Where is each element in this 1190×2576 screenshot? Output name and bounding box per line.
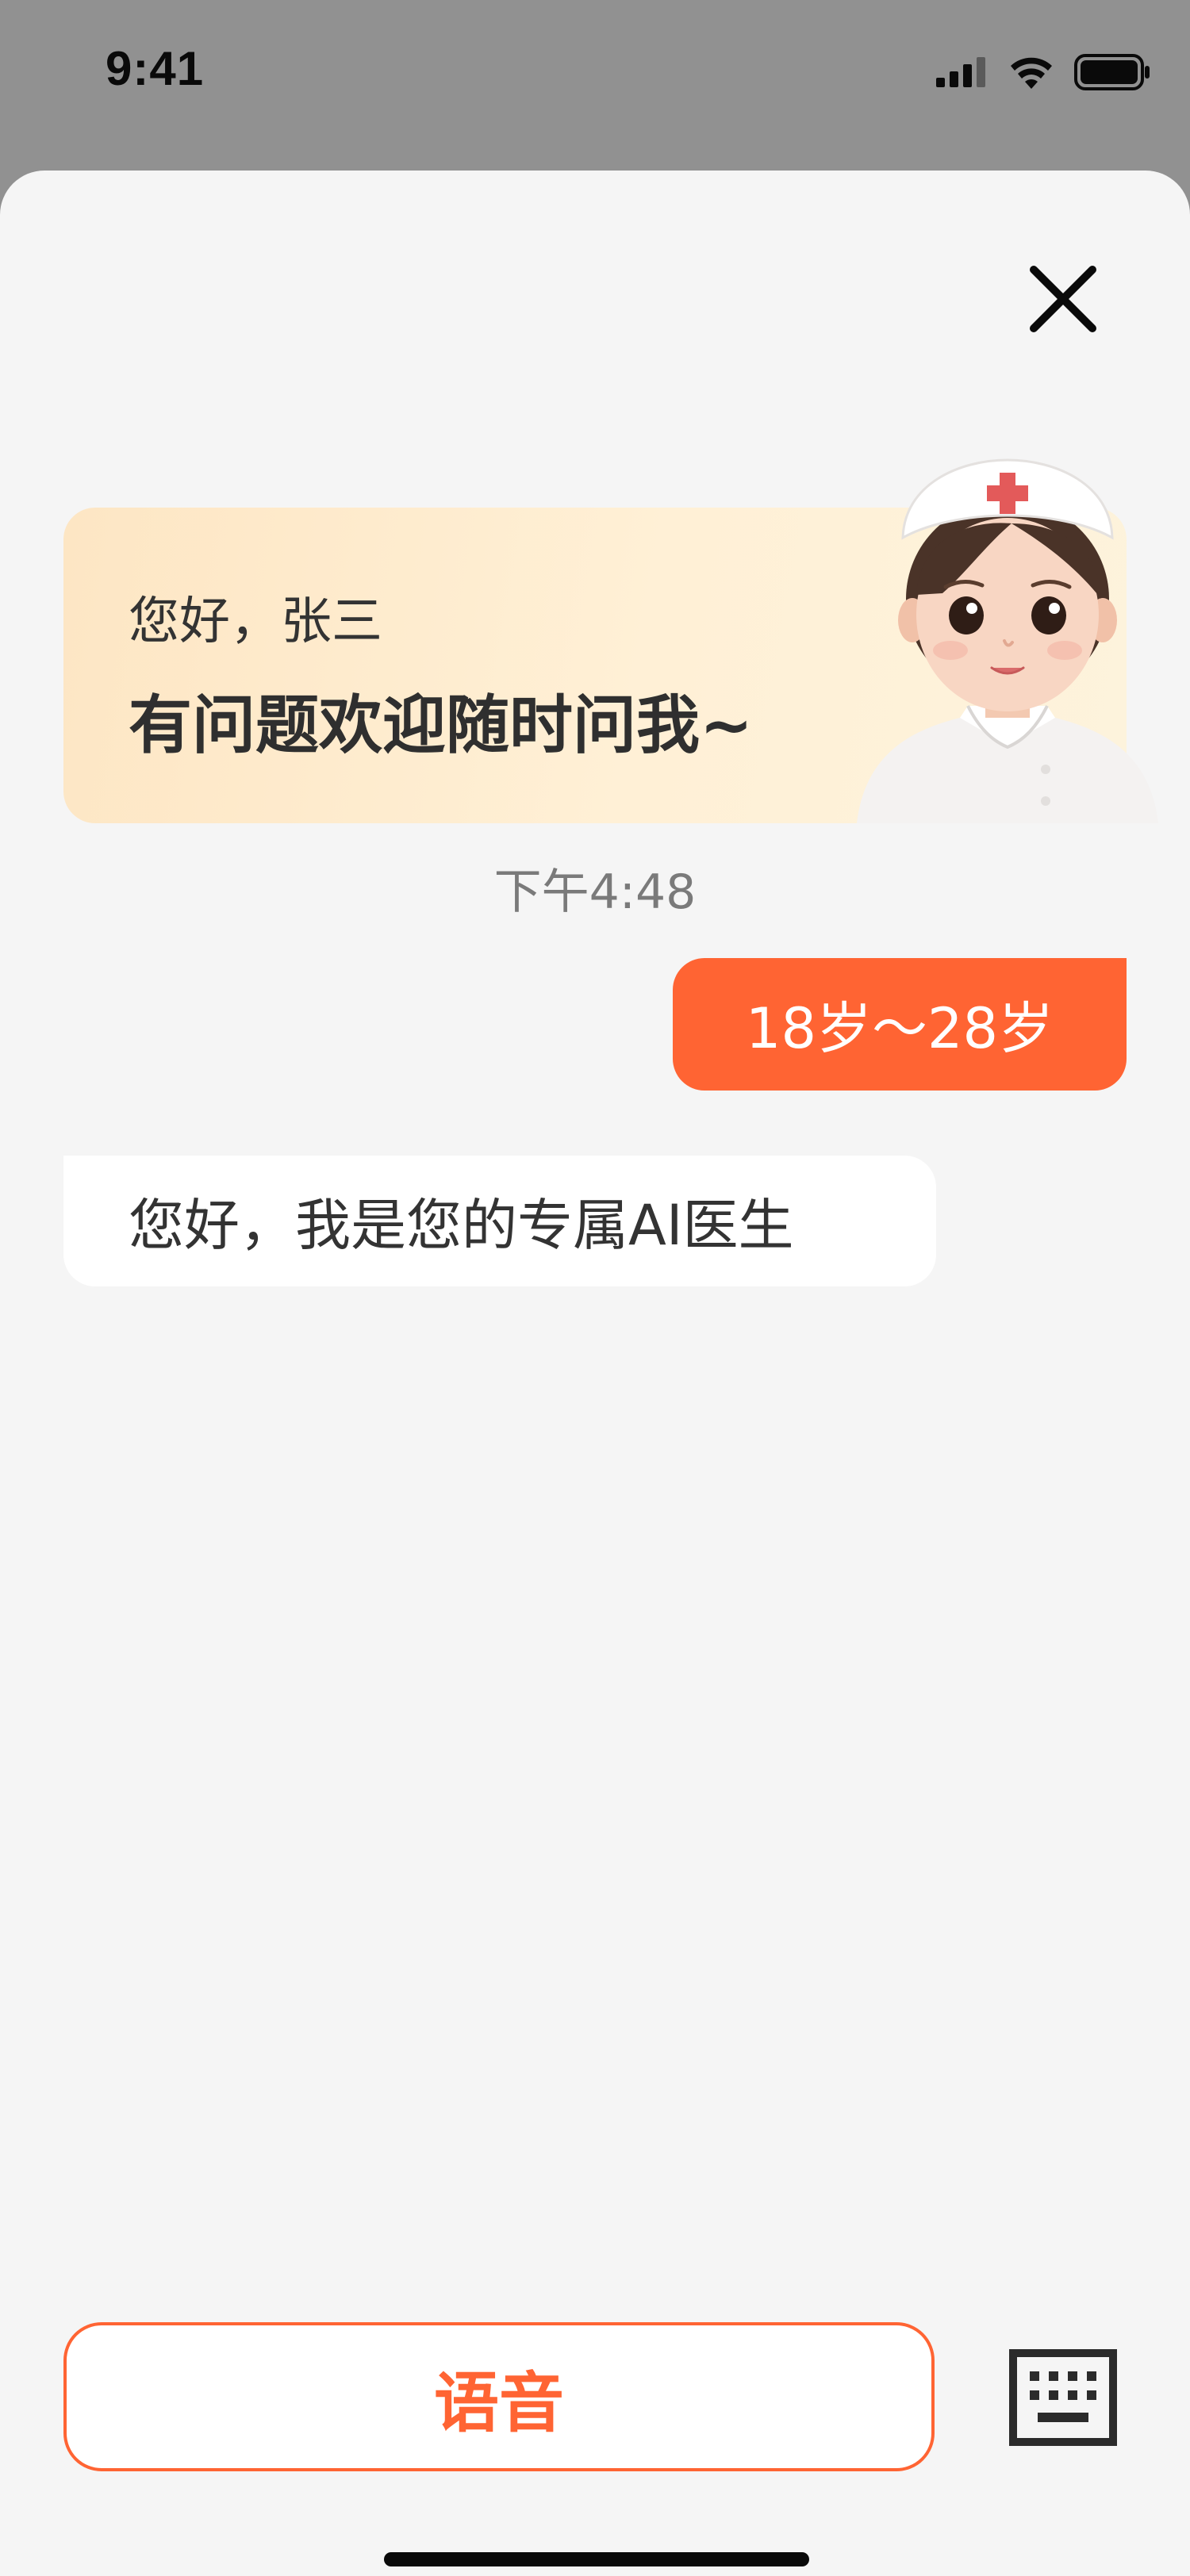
greeting-card: 您好，张三 有问题欢迎随时问我~: [63, 458, 1158, 823]
wifi-icon: [1011, 57, 1052, 89]
signal-icon: [936, 57, 985, 87]
close-icon: [1030, 266, 1096, 332]
message-timestamp: 下午4:48: [493, 864, 697, 920]
greeting-name: 您好，张三: [129, 592, 382, 651]
status-icons: [936, 52, 1150, 92]
voice-button[interactable]: 语音: [63, 2322, 935, 2471]
nurse-avatar: [857, 458, 1158, 823]
close-button[interactable]: [1022, 258, 1104, 340]
assistant-message-bubble: 您好，我是您的专属AI医生: [63, 1156, 936, 1286]
status-time: 9:41: [106, 42, 205, 95]
screen: 9:41 您好，张三 有问题欢迎随时问我~ 下午4:48 18岁～28岁 您好，…: [0, 0, 1190, 2576]
status-bar: 9:41: [0, 0, 1190, 167]
home-indicator: [384, 2552, 809, 2566]
greeting-message: 有问题欢迎随时问我~: [129, 688, 754, 762]
user-message-bubble: 18岁～28岁: [673, 958, 1127, 1091]
keyboard-icon[interactable]: [1009, 2349, 1117, 2446]
battery-icon: [1074, 54, 1150, 90]
